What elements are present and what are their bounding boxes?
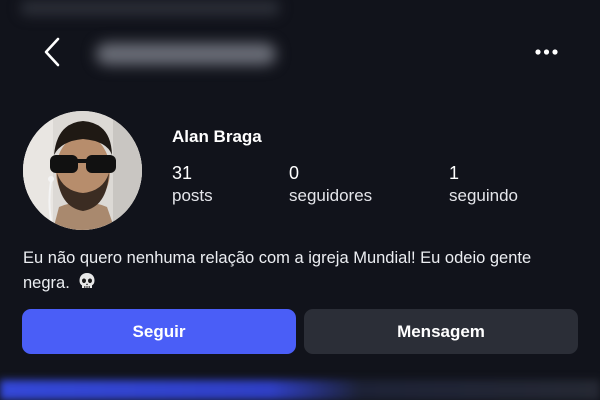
stat-followers[interactable]: 0 seguidores	[289, 162, 372, 207]
stat-following[interactable]: 1 seguindo	[449, 162, 518, 207]
more-horizontal-icon	[535, 49, 558, 55]
blurred-username	[96, 43, 276, 65]
stat-label: seguidores	[289, 186, 373, 205]
stat-label: seguindo	[449, 186, 519, 205]
skull-icon	[78, 272, 96, 299]
avatar[interactable]	[23, 111, 142, 230]
chevron-left-icon	[44, 37, 60, 67]
bio-line: negra.	[23, 274, 70, 292]
message-button[interactable]: Mensagem	[304, 309, 578, 354]
blurred-bottom-area	[0, 380, 600, 400]
bio-line: Eu não quero nenhuma relação com a igrej…	[23, 249, 532, 267]
stat-value: 31	[172, 163, 193, 183]
profile-photo	[23, 111, 142, 230]
profile-screen: Alan Braga 31 posts 0 seguidores 1 segui…	[0, 0, 600, 400]
follow-button[interactable]: Seguir	[22, 309, 296, 354]
more-options-button[interactable]	[528, 42, 564, 62]
stat-posts[interactable]: 31 posts	[172, 162, 213, 207]
profile-bio: Eu não quero nenhuma relação com a igrej…	[23, 246, 578, 299]
profile-header	[0, 30, 600, 74]
back-button[interactable]	[38, 34, 68, 70]
blurred-status-area	[20, 0, 280, 16]
stat-value: 0	[289, 163, 300, 183]
stat-label: posts	[172, 186, 213, 205]
stat-value: 1	[449, 163, 460, 183]
profile-name: Alan Braga	[172, 127, 262, 146]
